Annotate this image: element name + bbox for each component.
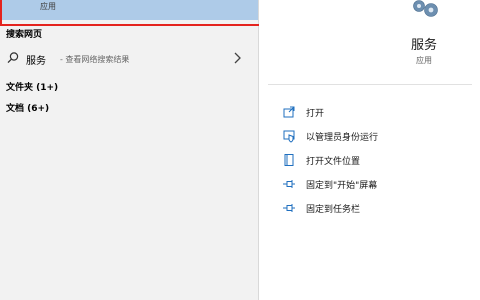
file-location-icon bbox=[284, 154, 294, 166]
pin-icon bbox=[283, 204, 295, 212]
open-icon bbox=[283, 106, 295, 118]
web-search-query: 服务 bbox=[26, 56, 46, 67]
action-open[interactable]: 打开 bbox=[282, 104, 462, 120]
details-divider bbox=[268, 84, 472, 85]
section-folders[interactable]: 文件夹 (1+) bbox=[6, 80, 58, 93]
action-open-label: 打开 bbox=[306, 109, 325, 119]
app-type: 应用 bbox=[416, 56, 432, 65]
chevron-right-icon bbox=[234, 52, 241, 64]
action-run-as-admin[interactable]: 以管理员身份运行 bbox=[282, 128, 462, 144]
pin-icon bbox=[283, 180, 295, 188]
search-icon bbox=[7, 52, 19, 64]
app-title: 服务 bbox=[410, 38, 437, 53]
action-open-file-location[interactable]: 打开文件位置 bbox=[282, 152, 462, 168]
services-gear-icon bbox=[413, 0, 438, 17]
web-search-hint: - 查看网络搜索结果 bbox=[60, 55, 130, 64]
web-search-result[interactable]: 服务 - 查看网络搜索结果 bbox=[0, 48, 258, 70]
action-open-file-location-label: 打开文件位置 bbox=[306, 157, 361, 167]
search-results-pane bbox=[0, 0, 258, 300]
action-pin-to-start[interactable]: 固定到"开始"屏幕 bbox=[282, 176, 462, 192]
action-pin-to-start-label: 固定到"开始"屏幕 bbox=[306, 181, 378, 191]
run-as-admin-icon bbox=[283, 130, 295, 143]
action-pin-to-taskbar[interactable]: 固定到任务栏 bbox=[282, 200, 462, 216]
action-pin-to-taskbar-label: 固定到任务栏 bbox=[306, 205, 361, 215]
section-documents[interactable]: 文档 (6+) bbox=[6, 101, 49, 114]
action-run-as-admin-label: 以管理员身份运行 bbox=[306, 133, 379, 143]
section-web-search: 搜索网页 bbox=[6, 30, 43, 40]
